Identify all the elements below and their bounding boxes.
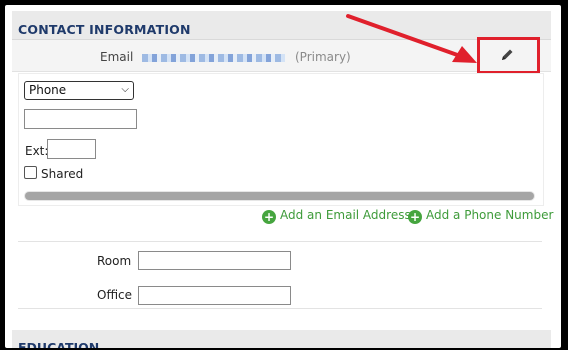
- email-value-redacted: [142, 54, 285, 62]
- scrollbar-thumb[interactable]: [25, 192, 534, 200]
- email-label: Email: [100, 50, 134, 64]
- phone-entry-panel: Phone ⌵ Ext: Shared: [18, 73, 544, 206]
- phone-type-select[interactable]: Phone ⌵: [24, 81, 134, 100]
- horizontal-scrollbar[interactable]: [24, 191, 535, 201]
- office-input[interactable]: [138, 286, 291, 305]
- add-phone-link[interactable]: + Add a Phone Number: [408, 208, 553, 224]
- add-email-link[interactable]: + Add an Email Address: [262, 208, 411, 224]
- ext-label: Ext:: [25, 144, 49, 158]
- ext-input[interactable]: [47, 139, 96, 159]
- plus-circle-icon: +: [262, 210, 276, 224]
- add-phone-label: Add a Phone Number: [426, 208, 554, 222]
- chevron-down-icon: ⌵: [121, 84, 129, 95]
- shared-checkbox[interactable]: [24, 166, 37, 179]
- contact-section-title: CONTACT INFORMATION: [18, 22, 191, 37]
- office-label: Office: [97, 288, 133, 302]
- room-label: Room: [97, 254, 132, 268]
- primary-note: (Primary): [295, 50, 351, 64]
- shared-label: Shared: [41, 167, 84, 181]
- annotation-arrow-icon: [346, 14, 477, 63]
- phone-number-input[interactable]: [24, 109, 137, 129]
- room-input[interactable]: [138, 251, 291, 270]
- education-section-header: EDUCATION: [12, 330, 551, 348]
- highlight-box: [477, 37, 540, 74]
- room-office-panel: Room Office: [18, 241, 542, 309]
- add-email-label: Add an Email Address: [280, 208, 411, 222]
- phone-type-value: Phone: [29, 83, 67, 97]
- plus-circle-icon: +: [408, 210, 422, 224]
- education-section-title: EDUCATION: [18, 340, 100, 348]
- profile-panel: CONTACT INFORMATION Email (Primary) Phon…: [5, 5, 561, 348]
